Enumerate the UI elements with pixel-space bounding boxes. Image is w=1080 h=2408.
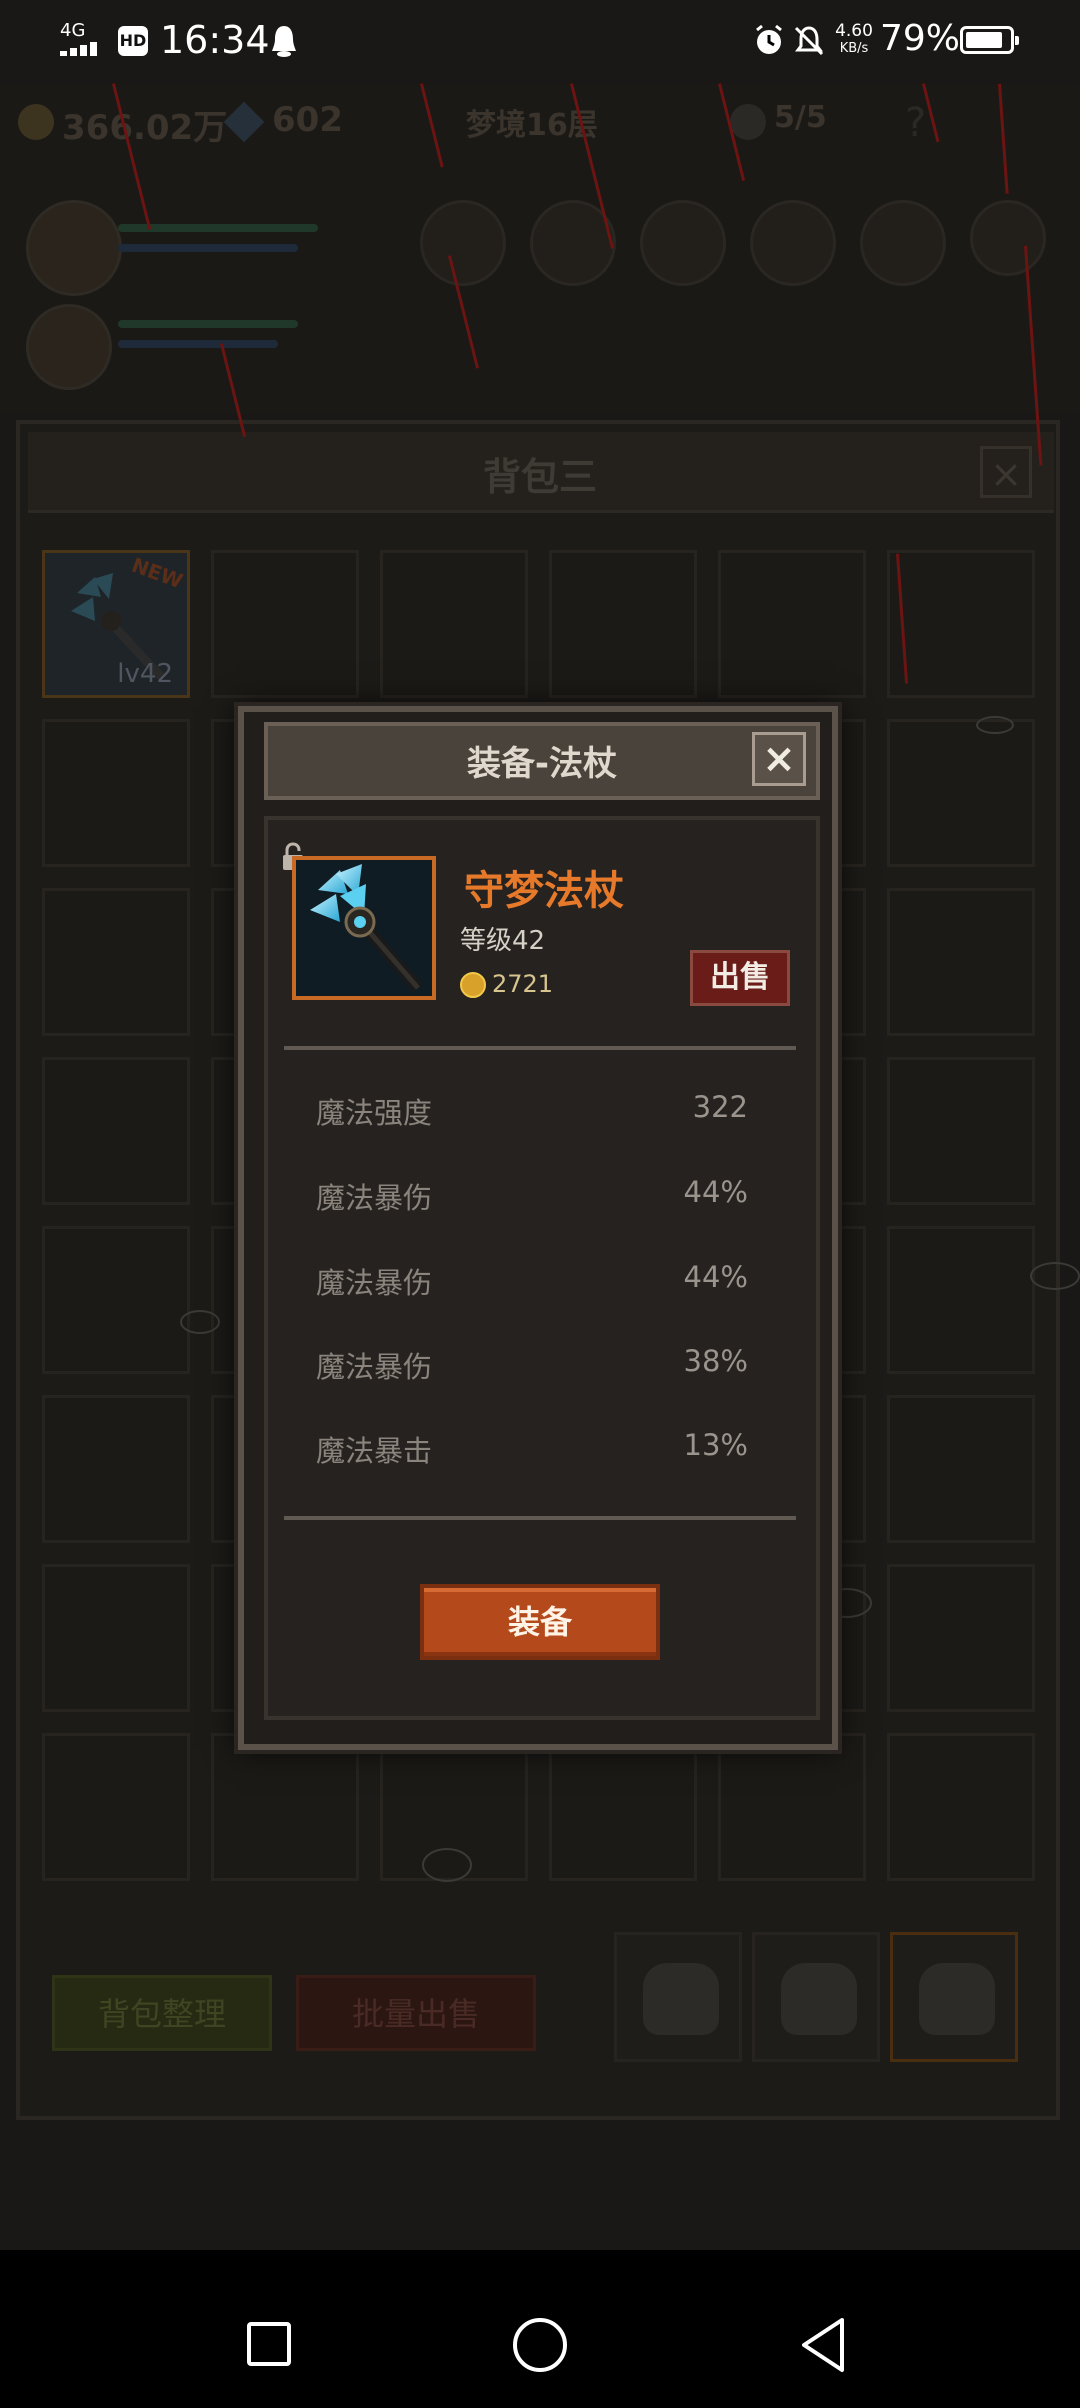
staff-icon [296, 860, 432, 996]
skill-slot [420, 200, 506, 286]
dialog-close-button[interactable]: × [752, 732, 806, 786]
bag-slot[interactable] [211, 1733, 359, 1881]
bag-slot[interactable] [887, 1564, 1035, 1712]
equip-button[interactable]: 装备 [420, 1584, 660, 1660]
qq-notification-icon [272, 26, 296, 57]
skill-slot [860, 200, 946, 286]
bag-slot[interactable] [887, 1226, 1035, 1374]
bulk-sell-button[interactable]: 批量出售 [296, 1975, 536, 2051]
bag-slot[interactable] [887, 888, 1035, 1036]
stat-row: 魔法暴伤 44% [316, 1175, 748, 1215]
bag-slot[interactable] [42, 719, 190, 867]
rain-splash [422, 1848, 472, 1882]
staff-item-icon [292, 856, 436, 1000]
bag-title: 背包三 [482, 455, 597, 499]
hero-portrait [26, 304, 112, 390]
signal-icon [60, 42, 108, 56]
skill-slot [640, 200, 726, 286]
game-screen: 4G HD 16:34 4.60 KB/s 79% 366.02万 602 梦境… [0, 0, 1080, 2408]
bag-tab-2[interactable] [752, 1932, 880, 2062]
gold-coin-icon [18, 104, 54, 140]
stat-row: 魔法强度 322 [316, 1090, 748, 1130]
stat-row: 魔法暴伤 44% [316, 1260, 748, 1300]
bag-slot[interactable] [718, 1733, 866, 1881]
status-bar: 4G HD 16:34 4.60 KB/s 79% [0, 0, 1080, 84]
skill-slot [750, 200, 836, 286]
bag-slot[interactable] [42, 1733, 190, 1881]
stat-value: 44% [683, 1260, 748, 1294]
item-level: 等级42 [460, 926, 546, 956]
item-name: 守梦法杖 [464, 868, 624, 914]
hd-icon: HD [118, 26, 148, 56]
stat-name: 魔法暴伤 [316, 1181, 433, 1215]
bag-slot[interactable] [42, 1564, 190, 1712]
backpack-icon [781, 1963, 857, 2035]
gold-amount: 366.02万 [62, 108, 228, 148]
stat-value: 322 [692, 1090, 748, 1124]
backpack-icon [919, 1963, 995, 2035]
home-button[interactable] [513, 2318, 567, 2372]
skull-icon [730, 104, 766, 140]
help-icon: ? [905, 100, 927, 146]
stat-value: 13% [683, 1428, 748, 1462]
mp-bar [118, 244, 298, 252]
bag-slot[interactable] [42, 888, 190, 1036]
item-price: 2721 [492, 970, 554, 998]
rain-splash [976, 716, 1014, 734]
back-button[interactable] [798, 2316, 848, 2374]
battery-percent: 79% [880, 18, 961, 59]
gem-amount: 602 [272, 100, 343, 140]
network-speed: 4.60 KB/s [835, 21, 873, 56]
alarm-icon [756, 24, 782, 54]
bag-slot[interactable] [887, 719, 1035, 867]
divider [284, 1516, 796, 1520]
bag-slot[interactable] [211, 550, 359, 698]
stat-name: 魔法暴伤 [316, 1350, 433, 1384]
bag-slot[interactable] [380, 550, 528, 698]
rain-splash [1030, 1262, 1080, 1290]
backpack-icon [643, 1963, 719, 2035]
bag-slot[interactable] [42, 1226, 190, 1374]
stat-name: 魔法暴伤 [316, 1266, 433, 1300]
hero-portrait [26, 200, 122, 296]
hp-bar [118, 320, 298, 328]
bag-slot[interactable] [42, 1395, 190, 1543]
coin-icon [460, 972, 486, 998]
network-label: 4G [60, 20, 86, 41]
skill-slot [970, 200, 1046, 276]
stat-row: 魔法暴击 13% [316, 1428, 748, 1468]
stat-name: 魔法强度 [316, 1096, 433, 1130]
stat-value: 44% [683, 1175, 748, 1209]
bag-slot[interactable] [887, 550, 1035, 698]
bag-slot[interactable] [549, 550, 697, 698]
bag-slot[interactable]: NEW lv42 [42, 550, 190, 698]
bag-slot[interactable] [42, 1057, 190, 1205]
bag-slot[interactable] [549, 1733, 697, 1881]
stat-row: 魔法暴伤 38% [316, 1344, 748, 1384]
bag-slot[interactable] [718, 550, 866, 698]
bag-slot[interactable] [887, 1733, 1035, 1881]
bag-close-button[interactable]: × [980, 446, 1032, 498]
divider [284, 1046, 796, 1050]
bag-slot[interactable] [887, 1395, 1035, 1543]
dialog-title: 装备-法杖 [466, 744, 618, 784]
mute-icon [794, 26, 824, 56]
mp-bar [118, 340, 278, 348]
bag-tab-1[interactable] [614, 1932, 742, 2062]
sell-button[interactable]: 出售 [690, 950, 790, 1006]
clock: 16:34 [160, 18, 270, 62]
rain-splash [180, 1310, 220, 1334]
stat-name: 魔法暴击 [316, 1434, 433, 1468]
bag-tab-3[interactable] [890, 1932, 1018, 2062]
skull-count: 5/5 [774, 100, 827, 135]
battery-icon [960, 26, 1019, 54]
stat-value: 38% [683, 1344, 748, 1378]
bag-slot[interactable] [887, 1057, 1035, 1205]
slot-level: lv42 [117, 659, 173, 689]
recent-apps-button[interactable] [247, 2322, 291, 2366]
sort-bag-button[interactable]: 背包整理 [52, 1975, 272, 2051]
